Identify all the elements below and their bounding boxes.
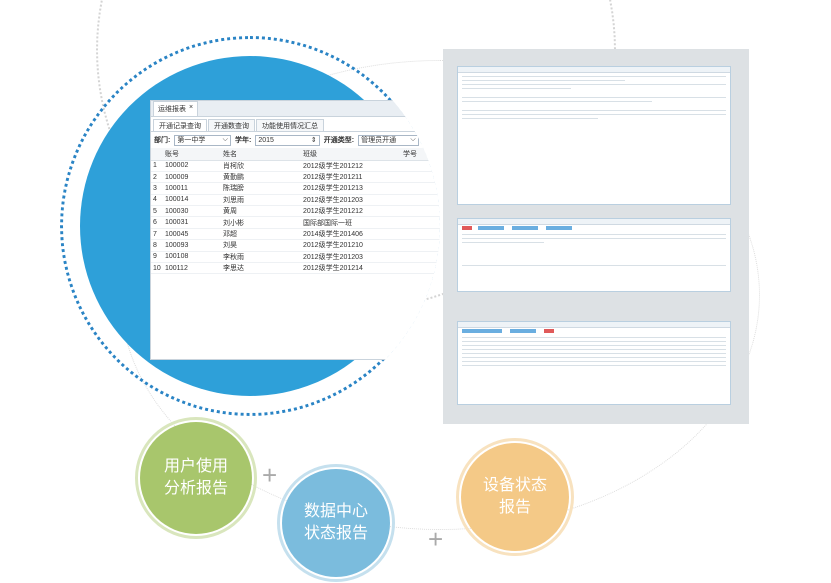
table-cell: 李思达 [221,262,301,275]
table-cell [401,171,440,184]
table-cell: 2012级学生201203 [301,251,401,264]
close-icon[interactable]: × [189,104,193,114]
table-cell [401,205,440,218]
badge-text-device: 设备状态 报告 [482,477,547,516]
badge-text-user: 用户使用 分析报告 [163,458,228,497]
table-cell: 3 [151,182,163,195]
table-cell: 100011 [163,182,221,195]
table-row[interactable]: 10 100112 李思达 2012级学生201214 [151,262,440,275]
table-cell [401,160,440,172]
badge-text-datacenter: 数据中心 状态报告 [303,503,368,542]
year-value: 2015 [258,136,274,144]
type-select[interactable]: 管理员开通 ⌵ [358,134,419,146]
table-cell: 9 [151,251,163,264]
table-cell: 100093 [163,239,221,252]
mini-screenshot-report [457,66,731,205]
year-label: 学年: [234,137,252,144]
table-cell: 刘昊 [221,239,301,252]
table-cell: 2012级学生201213 [301,182,401,195]
table-cell: 100030 [163,205,221,218]
mini-screenshot-datacenter [457,218,731,292]
table-row[interactable]: 7 100045 邓超 2014级学生201406 [151,228,440,241]
table-cell: 黄勤鹏 [221,171,301,184]
user-usage-report-badge[interactable]: 用户使用 分析报告 [140,422,252,534]
table-row[interactable]: 1 100002 肖柯欣 2012级学生201212 [151,160,440,172]
table-row[interactable]: 8 100093 刘昊 2012级学生201210 [151,239,440,252]
table-row[interactable]: 5 100030 黄周 2012级学生201212 [151,205,440,218]
dept-value: 第一中学 [177,137,206,144]
table-cell: 国际部国际一班 [301,216,401,229]
table-cell: 8 [151,239,163,252]
spinner-arrows-icon: ⇕ [310,137,317,144]
plus-icon: + [428,524,444,554]
table-cell: 2012级学生201211 [301,171,401,184]
table-row[interactable]: 2 100009 黄勤鹏 2012级学生201211 [151,171,440,184]
type-label: 开通类型: [323,137,355,144]
tab-ops-report[interactable]: 运维报表 × [153,101,199,116]
dept-label: 部门: [154,137,171,144]
chevron-down-icon: ⌵ [222,136,228,143]
table-cell: 100112 [163,262,221,275]
year-spinner[interactable]: 2015 ⇕ [255,134,320,146]
type-value: 管理员开通 [361,137,397,144]
table-cell: 2012级学生201203 [301,194,401,207]
plus-icon: + [262,460,278,490]
table-cell: 刘思雨 [221,194,301,207]
table-cell: 肖柯欣 [221,160,301,172]
table-row[interactable]: 3 100011 陈瑞膀 2012级学生201213 [151,182,440,195]
table-cell: 100002 [163,160,221,172]
table-cell: 7 [151,228,163,241]
table-cell: 2 [151,171,163,184]
dept-select[interactable]: 第一中学 ⌵ [174,134,231,146]
device-status-report-badge[interactable]: 设备状态 报告 [461,443,569,551]
table-cell: 10 [151,262,163,275]
table-row[interactable]: 4 100014 刘思雨 2012级学生201203 [151,194,440,207]
table-cell: 100009 [163,171,221,184]
records-table: 账号 姓名 班级 学号 1 100002 肖柯欣 2012级学生201212 2 1000… [151,148,440,275]
table-cell: 1 [151,160,163,172]
table-cell [401,194,440,207]
table-cell: 刘小彬 [221,216,301,229]
col-header-class: 班级 [301,148,401,161]
table-cell [401,251,440,264]
table-cell: 100108 [163,251,221,264]
chevron-down-icon: ⌵ [410,136,416,143]
table-cell [401,228,440,241]
col-header-account: 账号 [163,148,221,161]
table-cell: 100045 [163,228,221,241]
table-cell: 2014级学生201406 [301,228,401,241]
search-button[interactable] [422,134,440,146]
table-cell: 4 [151,194,163,207]
col-header-student-id: 学号 [401,148,440,161]
table-cell: 2012级学生201210 [301,239,401,252]
table-cell [401,182,440,195]
table-cell: 2012级学生201212 [301,160,401,172]
table-cell: 邓超 [221,228,301,241]
table-cell [401,216,440,229]
col-header-index [151,148,163,161]
datacenter-report-badge[interactable]: 数据中心 状态报告 [282,469,390,577]
tab-activation-records[interactable]: 开通记录查询 [153,119,207,131]
table-row[interactable]: 9 100108 李秋雨 2012级学生201203 [151,251,440,264]
table-cell: 100014 [163,194,221,207]
table-cell: 李秋雨 [221,251,301,264]
tab-label: 运维报表 [158,106,186,113]
mini-screenshot-device [457,321,731,405]
table-cell [401,239,440,252]
table-cell: 陈瑞膀 [221,182,301,195]
col-header-name: 姓名 [221,148,301,161]
table-cell: 100031 [163,216,221,229]
table-cell: 2012级学生201214 [301,262,401,275]
table-cell: 6 [151,216,163,229]
table-row[interactable]: 6 100031 刘小彬 国际部国际一班 [151,216,440,229]
table-cell [401,262,440,275]
app-window-clip: 运维报表 × 开通记录查询 开通数查询 功能使用情况汇总 部门: 第一中学 ⌵ … [60,36,440,416]
table-cell: 5 [151,205,163,218]
tab-feature-usage[interactable]: 功能使用情况汇总 [256,119,324,131]
table-cell: 黄周 [221,205,301,218]
table-cell: 2012级学生201212 [301,205,401,218]
report-app-window: 运维报表 × 开通记录查询 开通数查询 功能使用情况汇总 部门: 第一中学 ⌵ … [150,100,440,360]
tab-activation-count[interactable]: 开通数查询 [208,119,255,131]
